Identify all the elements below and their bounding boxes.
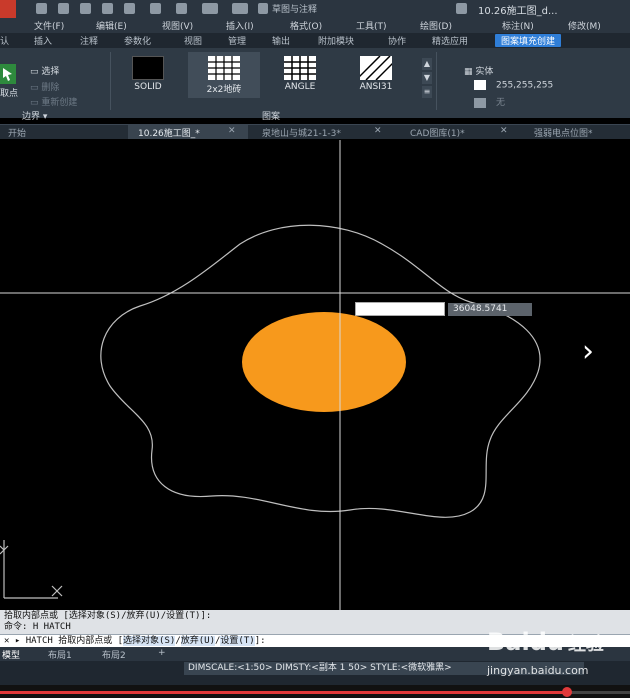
hatch-type-icon: ▦ [464, 67, 476, 77]
document-title: 10.26施工图_d... [478, 6, 558, 17]
pattern-2x2-tile[interactable]: 2x2地砖 [188, 52, 260, 98]
pattern-expand[interactable]: ≡ [422, 86, 432, 98]
menu-tools[interactable]: 工具(T) [356, 19, 387, 32]
tab-collaborate[interactable]: 协作 [388, 34, 406, 47]
pattern-panel-label: 图案 [262, 112, 281, 122]
print-icon[interactable] [176, 3, 187, 14]
drawing-canvas[interactable] [0, 140, 630, 610]
progress-fill [0, 691, 567, 694]
watermark-brand: Baidu [487, 628, 564, 656]
tab-view[interactable]: 视图 [184, 34, 202, 47]
menu-insert[interactable]: 插入(I) [226, 19, 254, 32]
pick-points-icon[interactable] [0, 64, 18, 88]
option-select-objects[interactable]: 选择对象(S) [123, 636, 176, 646]
close-icon[interactable]: ✕ [500, 126, 508, 136]
hatch-color-select[interactable]: 255,255,255 [474, 80, 553, 91]
menu-modify[interactable]: 修改(M) [568, 19, 601, 32]
layout-tab-model[interactable]: 模型 [2, 648, 20, 661]
ribbon-panel: 取点 ▭ 选择 ▭ 删除 ▭ 重新创建 边界 ▾ SOLID 2x2地砖 ANG… [0, 48, 630, 122]
close-icon[interactable]: ✕ [374, 126, 382, 136]
tab-insert[interactable]: 插入 [34, 34, 52, 47]
dynamic-readout: 36048.5741 [448, 303, 532, 316]
close-icon[interactable]: ✕ [228, 126, 236, 136]
plot-icon[interactable] [150, 3, 161, 14]
tab-addins[interactable]: 附加模块 [318, 34, 354, 47]
menu-edit[interactable]: 编辑(E) [96, 19, 127, 32]
color-swatch [474, 80, 486, 90]
pattern-ansi31[interactable]: ANSI31 [340, 52, 412, 98]
menu-bar: 文件(F) 编辑(E) 视图(V) 插入(I) 格式(O) 工具(T) 绘图(D… [0, 18, 630, 33]
add-layout-button[interactable]: + [158, 648, 166, 658]
open-icon[interactable] [58, 3, 69, 14]
tab-hatch-creation[interactable]: 图案填充创建 [495, 34, 562, 47]
menu-file[interactable]: 文件(F) [34, 19, 64, 32]
recreate-boundary-button[interactable]: ▭ 重新创建 [30, 95, 77, 108]
pattern-scroll-up[interactable]: ▲ [422, 58, 432, 70]
pattern-2x2-swatch [208, 56, 240, 80]
file-tab-4[interactable]: 强弱电点位图* [534, 126, 593, 139]
tab-output[interactable]: 输出 [272, 34, 290, 47]
title-bar: 草图与注释 10.26施工图_d... [0, 0, 630, 40]
pattern-solid-swatch [132, 56, 164, 80]
pattern-angle-swatch [284, 56, 316, 80]
watermark-url: jingyan.baidu.com [487, 664, 589, 677]
pick-points-button[interactable]: 取点 [0, 86, 18, 99]
progress-knob[interactable] [562, 687, 572, 697]
menu-draw[interactable]: 绘图(D) [420, 19, 452, 32]
tab-manage[interactable]: 管理 [228, 34, 246, 47]
select-icon: ▭ [30, 67, 42, 77]
redo-icon[interactable] [232, 3, 248, 14]
history-line: 拾取内部点或 [选择对象(S)/放弃(U)/设置(T)]: [4, 611, 212, 621]
video-progress-bar[interactable] [0, 685, 630, 698]
saveas-icon[interactable] [102, 3, 113, 14]
workspace-gear-icon[interactable] [258, 3, 268, 14]
drawing-viewport[interactable]: 36048.5741 › [0, 140, 630, 610]
pattern-solid[interactable]: SOLID [112, 52, 184, 98]
ribbon-separator [436, 52, 437, 110]
background-color-select[interactable]: 无 [474, 95, 505, 108]
command-close-icon[interactable]: ✕ ▸ [4, 636, 26, 646]
option-undo[interactable]: 放弃(U) [180, 636, 215, 646]
layout-tab-2[interactable]: 布局2 [102, 648, 126, 661]
hatch-type-select[interactable]: ▦ 实体 [464, 64, 493, 77]
workspace-selector[interactable]: 草图与注释 [272, 2, 317, 15]
undo-icon[interactable] [202, 3, 218, 14]
hatch-fill-circle[interactable] [242, 312, 406, 412]
menu-dimension[interactable]: 标注(N) [502, 19, 534, 32]
file-tab-start[interactable]: 开始 [8, 126, 26, 139]
file-tab-2[interactable]: 泉地山与城21-1-3* [262, 126, 341, 139]
ribbon-separator [110, 52, 111, 110]
baidu-watermark: Baidu 经验 jingyan.baidu.com [487, 628, 604, 677]
background-swatch [474, 97, 486, 108]
tab-annotate[interactable]: 注释 [80, 34, 98, 47]
menu-format[interactable]: 格式(O) [290, 19, 322, 32]
remove-boundary-button[interactable]: ▭ 删除 [30, 80, 59, 93]
save-icon[interactable] [80, 3, 91, 14]
ribbon-tabs: 认 插入 注释 参数化 视图 管理 输出 附加模块 协作 精选应用 图案填充创建 [0, 33, 630, 48]
watermark-sub: 经验 [567, 634, 604, 655]
tab-parametric[interactable]: 参数化 [124, 34, 151, 47]
web-icon[interactable] [124, 3, 135, 14]
tab-default[interactable]: 认 [0, 34, 9, 47]
ucs-icon [0, 540, 63, 599]
file-tab-3[interactable]: CAD图库(1)* [410, 126, 465, 139]
layout-tab-1[interactable]: 布局1 [48, 648, 72, 661]
dynamic-input-field[interactable] [355, 302, 445, 316]
select-boundary-button[interactable]: ▭ 选择 [30, 64, 59, 77]
chevron-right-icon[interactable]: › [582, 334, 606, 370]
new-icon[interactable] [36, 3, 47, 14]
remove-icon: ▭ [30, 83, 42, 93]
recreate-icon: ▭ [30, 98, 42, 108]
menu-view[interactable]: 视图(V) [162, 19, 193, 32]
file-tabs: 开始 10.26施工图_* ✕ 泉地山与城21-1-3* ✕ CAD图库(1)*… [0, 124, 630, 139]
boundary-panel-label[interactable]: 边界 ▾ [22, 109, 47, 122]
pattern-ansi31-swatch [360, 56, 392, 80]
option-settings[interactable]: 设置(T) [220, 636, 255, 646]
tab-featured-apps[interactable]: 精选应用 [432, 34, 468, 47]
pattern-angle[interactable]: ANGLE [264, 52, 336, 98]
file-tab-current[interactable]: 10.26施工图_* [138, 126, 200, 139]
pattern-scroll-down[interactable]: ▼ [422, 72, 432, 84]
share-icon[interactable] [456, 3, 467, 14]
